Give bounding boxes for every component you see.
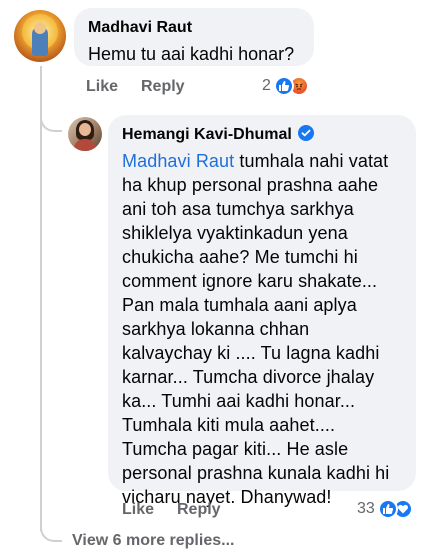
reply-line: kalvaychay ki .... Tu lagna kadhi [122,343,380,363]
reply-line: karnar... Tumcha divorce jhalay [122,367,375,387]
reply-line: tumhala nahi vatat [234,151,389,171]
reply-line: Tumhala kiti mula aahet.... [122,415,336,435]
thread-line [40,66,42,531]
reply-line: shiklelya vyaktinkadun yena [122,223,348,243]
reply-line: personal prashna kunala kadhi hi [122,463,390,483]
reply-bubble: Hemangi Kavi-Dhumal Madhavi Raut tumhala… [108,115,416,507]
comment-author[interactable]: Madhavi Raut [88,18,192,38]
avatar-madhavi-raut[interactable] [14,10,66,62]
reply-button[interactable]: Reply [177,501,221,519]
like-icon [377,499,398,519]
reply-button[interactable]: Reply [141,78,185,96]
reply-line: Pan mala tumhala aani aplya [122,295,357,315]
comment-text: Hemu tu aai kadhi honar? [88,44,295,64]
like-button[interactable]: Like [122,501,154,519]
reply-line: Tumcha pagar kiti... He asle [122,439,349,459]
reaction-count: 33 [357,500,375,517]
comment-bubble: Madhavi Raut Hemu tu aai kadhi honar? [74,8,314,66]
mention-link[interactable]: Madhavi Raut [122,151,234,171]
reply-line: sarkhya lokanna chhan [122,319,310,339]
reply-connector [40,104,62,132]
reply-line: ha khup personal prashna aahe [122,175,379,195]
reaction-count: 2 [262,77,271,94]
view-more-replies-link[interactable]: View 6 more replies... [72,532,234,550]
reply-text: Madhavi Raut tumhala nahi vatat ha khup … [122,149,402,509]
reply-line: comment ignore karu shakate... [122,271,378,291]
like-icon [273,76,294,96]
comment-reactions[interactable]: 2 [262,76,309,96]
avatar-hemangi-kavi-dhumal[interactable] [68,117,102,151]
reply-line: chukicha aahe? Me tumchi hi [122,247,358,267]
view-more-connector [40,512,62,542]
verified-badge-icon [297,125,314,141]
reply-author[interactable]: Hemangi Kavi-Dhumal [122,125,292,145]
reply-reactions[interactable]: 33 [357,499,413,519]
like-button[interactable]: Like [86,78,118,96]
reply-line: ani toh asa tumchya sarkhya [122,199,354,219]
reply-line: ka... Tumhi aai kadhi honar... [122,391,356,411]
